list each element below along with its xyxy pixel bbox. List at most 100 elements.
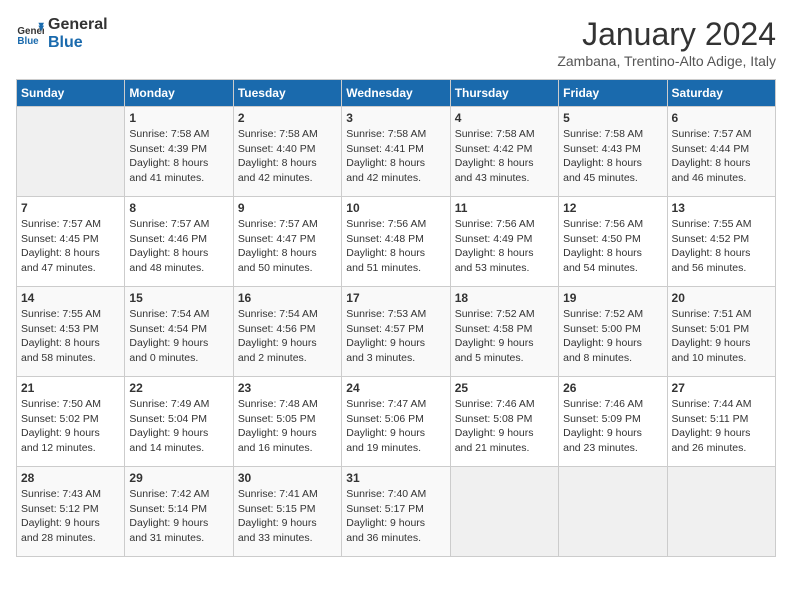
day-info: Sunrise: 7:51 AM Sunset: 5:01 PM Dayligh… [672,307,771,366]
day-info: Sunrise: 7:57 AM Sunset: 4:45 PM Dayligh… [21,217,120,276]
day-info: Sunrise: 7:41 AM Sunset: 5:15 PM Dayligh… [238,487,337,546]
calendar-day-cell: 9 Sunrise: 7:57 AM Sunset: 4:47 PM Daylig… [233,197,341,287]
day-info: Sunrise: 7:43 AM Sunset: 5:12 PM Dayligh… [21,487,120,546]
calendar-week-row: 28 Sunrise: 7:43 AM Sunset: 5:12 PM Dayli… [17,467,776,557]
day-info: Sunrise: 7:58 AM Sunset: 4:42 PM Dayligh… [455,127,554,186]
day-number: 2 [238,111,337,125]
day-number: 1 [129,111,228,125]
calendar-day-cell: 1Sunrise: 7:58 AM Sunset: 4:39 PM Daylig… [125,107,233,197]
calendar-day-cell: 11Sunrise: 7:56 AM Sunset: 4:49 PM Dayli… [450,197,558,287]
calendar-day-cell: 4 Sunrise: 7:58 AM Sunset: 4:42 PM Daylig… [450,107,558,197]
day-number: 21 [21,381,120,395]
calendar-day-cell: 12 Sunrise: 7:56 AM Sunset: 4:50 PM Dayli… [559,197,667,287]
day-info: Sunrise: 7:55 AM Sunset: 4:53 PM Dayligh… [21,307,120,366]
weekday-header-cell: Saturday [667,80,775,107]
day-number: 15 [129,291,228,305]
calendar-day-cell: 13Sunrise: 7:55 AM Sunset: 4:52 PM Dayli… [667,197,775,287]
weekday-header-row: SundayMondayTuesdayWednesdayThursdayFrid… [17,80,776,107]
calendar-day-cell: 8Sunrise: 7:57 AM Sunset: 4:46 PM Daylig… [125,197,233,287]
day-number: 22 [129,381,228,395]
day-number: 31 [346,471,445,485]
calendar-day-cell: 27 Sunrise: 7:44 AM Sunset: 5:11 PM Dayli… [667,377,775,467]
day-number: 12 [563,201,662,215]
day-info: Sunrise: 7:57 AM Sunset: 4:44 PM Dayligh… [672,127,771,186]
day-info: Sunrise: 7:50 AM Sunset: 5:02 PM Dayligh… [21,397,120,456]
calendar-day-cell: 17 Sunrise: 7:53 AM Sunset: 4:57 PM Dayli… [342,287,450,377]
day-number: 30 [238,471,337,485]
day-number: 26 [563,381,662,395]
day-number: 19 [563,291,662,305]
calendar-table: SundayMondayTuesdayWednesdayThursdayFrid… [16,79,776,557]
day-info: Sunrise: 7:48 AM Sunset: 5:05 PM Dayligh… [238,397,337,456]
calendar-day-cell: 16 Sunrise: 7:54 AM Sunset: 4:56 PM Dayli… [233,287,341,377]
calendar-week-row: 1Sunrise: 7:58 AM Sunset: 4:39 PM Daylig… [17,107,776,197]
day-info: Sunrise: 7:47 AM Sunset: 5:06 PM Dayligh… [346,397,445,456]
day-info: Sunrise: 7:56 AM Sunset: 4:50 PM Dayligh… [563,217,662,276]
day-info: Sunrise: 7:49 AM Sunset: 5:04 PM Dayligh… [129,397,228,456]
day-info: Sunrise: 7:56 AM Sunset: 4:48 PM Dayligh… [346,217,445,276]
day-number: 6 [672,111,771,125]
day-info: Sunrise: 7:40 AM Sunset: 5:17 PM Dayligh… [346,487,445,546]
calendar-day-cell: 23 Sunrise: 7:48 AM Sunset: 5:05 PM Dayli… [233,377,341,467]
day-info: Sunrise: 7:58 AM Sunset: 4:41 PM Dayligh… [346,127,445,186]
day-number: 27 [672,381,771,395]
calendar-day-cell: 10 Sunrise: 7:56 AM Sunset: 4:48 PM Dayli… [342,197,450,287]
day-number: 10 [346,201,445,215]
day-number: 3 [346,111,445,125]
calendar-day-cell: 26 Sunrise: 7:46 AM Sunset: 5:09 PM Dayli… [559,377,667,467]
weekday-header-cell: Wednesday [342,80,450,107]
day-number: 17 [346,291,445,305]
day-info: Sunrise: 7:54 AM Sunset: 4:54 PM Dayligh… [129,307,228,366]
logo-text: General Blue [48,16,108,51]
calendar-day-cell: 15 Sunrise: 7:54 AM Sunset: 4:54 PM Dayli… [125,287,233,377]
calendar-day-cell: 22 Sunrise: 7:49 AM Sunset: 5:04 PM Dayli… [125,377,233,467]
calendar-day-cell: 29 Sunrise: 7:42 AM Sunset: 5:14 PM Dayli… [125,467,233,557]
calendar-day-cell: 6 Sunrise: 7:57 AM Sunset: 4:44 PM Daylig… [667,107,775,197]
calendar-day-cell: 30 Sunrise: 7:41 AM Sunset: 5:15 PM Dayli… [233,467,341,557]
calendar-day-cell [667,467,775,557]
day-number: 28 [21,471,120,485]
day-number: 4 [455,111,554,125]
calendar-day-cell: 3 Sunrise: 7:58 AM Sunset: 4:41 PM Daylig… [342,107,450,197]
day-info: Sunrise: 7:46 AM Sunset: 5:08 PM Dayligh… [455,397,554,456]
day-number: 9 [238,201,337,215]
day-info: Sunrise: 7:44 AM Sunset: 5:11 PM Dayligh… [672,397,771,456]
logo: General Blue General Blue [16,16,108,51]
day-number: 16 [238,291,337,305]
calendar-day-cell: 18Sunrise: 7:52 AM Sunset: 4:58 PM Dayli… [450,287,558,377]
calendar-day-cell [450,467,558,557]
calendar-day-cell: 5Sunrise: 7:58 AM Sunset: 4:43 PM Daylig… [559,107,667,197]
day-info: Sunrise: 7:54 AM Sunset: 4:56 PM Dayligh… [238,307,337,366]
calendar-day-cell: 19Sunrise: 7:52 AM Sunset: 5:00 PM Dayli… [559,287,667,377]
calendar-day-cell: 24 Sunrise: 7:47 AM Sunset: 5:06 PM Dayli… [342,377,450,467]
day-info: Sunrise: 7:42 AM Sunset: 5:14 PM Dayligh… [129,487,228,546]
day-number: 20 [672,291,771,305]
weekday-header-cell: Tuesday [233,80,341,107]
day-number: 29 [129,471,228,485]
calendar-day-cell: 20 Sunrise: 7:51 AM Sunset: 5:01 PM Dayli… [667,287,775,377]
page-header: General Blue General Blue January 2024 Z… [16,16,776,69]
day-number: 24 [346,381,445,395]
calendar-day-cell: 21 Sunrise: 7:50 AM Sunset: 5:02 PM Dayli… [17,377,125,467]
location-title: Zambana, Trentino-Alto Adige, Italy [557,53,776,69]
weekday-header-cell: Thursday [450,80,558,107]
logo-icon: General Blue [16,20,44,48]
calendar-day-cell: 7 Sunrise: 7:57 AM Sunset: 4:45 PM Daylig… [17,197,125,287]
day-number: 7 [21,201,120,215]
day-number: 5 [563,111,662,125]
day-info: Sunrise: 7:56 AM Sunset: 4:49 PM Dayligh… [455,217,554,276]
weekday-header-cell: Sunday [17,80,125,107]
day-info: Sunrise: 7:57 AM Sunset: 4:47 PM Dayligh… [238,217,337,276]
day-info: Sunrise: 7:53 AM Sunset: 4:57 PM Dayligh… [346,307,445,366]
calendar-day-cell: 25Sunrise: 7:46 AM Sunset: 5:08 PM Dayli… [450,377,558,467]
day-number: 23 [238,381,337,395]
day-number: 13 [672,201,771,215]
calendar-day-cell: 2 Sunrise: 7:58 AM Sunset: 4:40 PM Daylig… [233,107,341,197]
calendar-week-row: 7 Sunrise: 7:57 AM Sunset: 4:45 PM Daylig… [17,197,776,287]
calendar-week-row: 14Sunrise: 7:55 AM Sunset: 4:53 PM Dayli… [17,287,776,377]
day-number: 8 [129,201,228,215]
day-number: 18 [455,291,554,305]
day-info: Sunrise: 7:46 AM Sunset: 5:09 PM Dayligh… [563,397,662,456]
day-info: Sunrise: 7:58 AM Sunset: 4:40 PM Dayligh… [238,127,337,186]
weekday-header-cell: Monday [125,80,233,107]
